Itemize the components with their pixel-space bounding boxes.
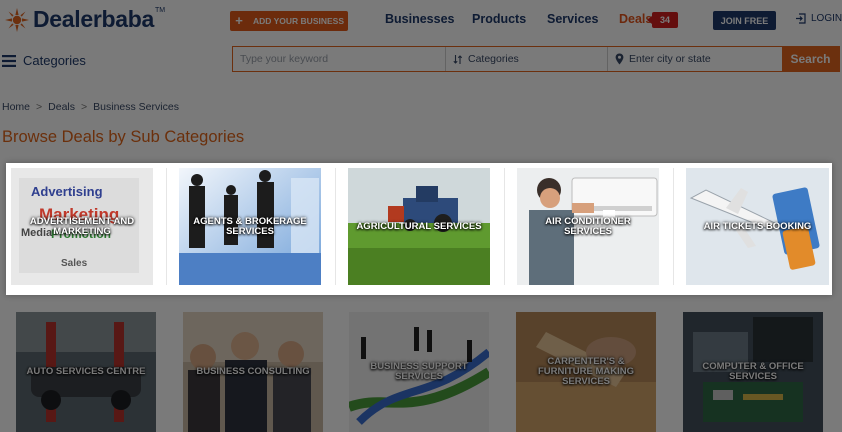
category-sort-icon [453, 54, 463, 64]
breadcrumb-deals[interactable]: Deals [48, 101, 75, 113]
keyword-input[interactable] [233, 47, 446, 71]
add-business-label: ADD YOUR BUSINESS [253, 16, 344, 26]
chevron-right-icon: > [81, 101, 88, 113]
category-tile-agricultural[interactable]: AGRICULTURAL SERVICES [348, 168, 490, 285]
deals-count-badge: 34 [647, 12, 678, 28]
tile-divider [166, 168, 167, 285]
category-select[interactable]: Categories [446, 47, 608, 71]
search-button[interactable]: Search [782, 47, 839, 71]
category-tile-advertisement[interactable]: Advertising Marketing Media Promotion Sa… [11, 168, 153, 285]
category-tile-label: AGRICULTURAL SERVICES [356, 220, 482, 232]
breadcrumb-current: Business Services [93, 101, 179, 113]
category-tile-air-tickets[interactable]: AIR TICKETS BOOKING [686, 168, 829, 285]
plus-icon: + [235, 13, 243, 28]
nav-services[interactable]: Services [547, 12, 598, 26]
category-tile-business-support[interactable]: BUSINESS SUPPORT SERVICES [349, 312, 489, 432]
category-tile-label: COMPUTER & OFFICE SERVICES [702, 361, 804, 382]
login-icon [796, 13, 806, 24]
category-tile-business-consulting[interactable]: BUSINESS CONSULTING [183, 312, 323, 432]
categories-menu-button[interactable]: Categories [2, 53, 86, 68]
category-tile-label: BUSINESS SUPPORT SERVICES [370, 361, 468, 382]
category-tile-label: CARPENTER'S & FURNITURE MAKING SERVICES [537, 356, 635, 387]
login-link[interactable]: LOGIN [795, 13, 842, 24]
svg-text:Sales: Sales [61, 258, 88, 269]
logo-text: Dealerbaba [33, 6, 155, 32]
search-bar: Categories Enter city or state Search [232, 46, 840, 72]
category-tile-label: BUSINESS CONSULTING [196, 366, 310, 377]
breadcrumb-home[interactable]: Home [2, 101, 30, 113]
logo[interactable]: Dealerbaba TM [4, 6, 165, 33]
svg-text:Advertising: Advertising [31, 184, 103, 199]
page-title: Browse Deals by Sub Categories [2, 128, 245, 146]
city-input[interactable]: Enter city or state [608, 47, 782, 71]
category-select-label: Categories [468, 53, 519, 65]
nav-products[interactable]: Products [472, 12, 526, 26]
tile-divider [504, 168, 505, 285]
nav-businesses[interactable]: Businesses [385, 12, 454, 26]
logo-trademark: TM [155, 7, 166, 14]
category-tile-label: AGENTS & BROKERAGE SERVICES [193, 215, 307, 237]
sun-logo-icon [5, 7, 29, 32]
tile-divider [335, 168, 336, 285]
categories-menu-label: Categories [23, 53, 86, 68]
add-business-button[interactable]: + ADD YOUR BUSINESS [230, 11, 348, 31]
category-tile-auto-services[interactable]: AUTO SERVICES CENTRE [16, 312, 156, 432]
tile-divider [673, 168, 674, 285]
category-tile-agents-brokerage[interactable]: AGENTS & BROKERAGE SERVICES [179, 168, 321, 285]
location-pin-icon [615, 53, 624, 65]
chevron-right-icon: > [36, 101, 43, 113]
category-tile-label: AIR TICKETS BOOKING [703, 220, 812, 232]
hamburger-icon [2, 54, 16, 67]
category-tile-computer-office[interactable]: COMPUTER & OFFICE SERVICES [683, 312, 823, 432]
category-tile-label: ADVERTISEMENT AND MARKETING [29, 215, 135, 237]
category-tile-label: AIR CONDITIONER SERVICES [545, 215, 631, 237]
breadcrumb: Home > Deals > Business Services [2, 101, 179, 113]
login-label: LOGIN [811, 13, 842, 24]
category-tile-label: AUTO SERVICES CENTRE [26, 366, 146, 377]
city-placeholder: Enter city or state [629, 53, 711, 65]
category-tile-air-conditioner[interactable]: AIR CONDITIONER SERVICES [517, 168, 659, 285]
site-header: Dealerbaba TM + ADD YOUR BUSINESS Busine… [0, 0, 842, 42]
join-free-button[interactable]: JOIN FREE [713, 11, 776, 30]
category-tile-carpenter[interactable]: CARPENTER'S & FURNITURE MAKING SERVICES [516, 312, 656, 432]
